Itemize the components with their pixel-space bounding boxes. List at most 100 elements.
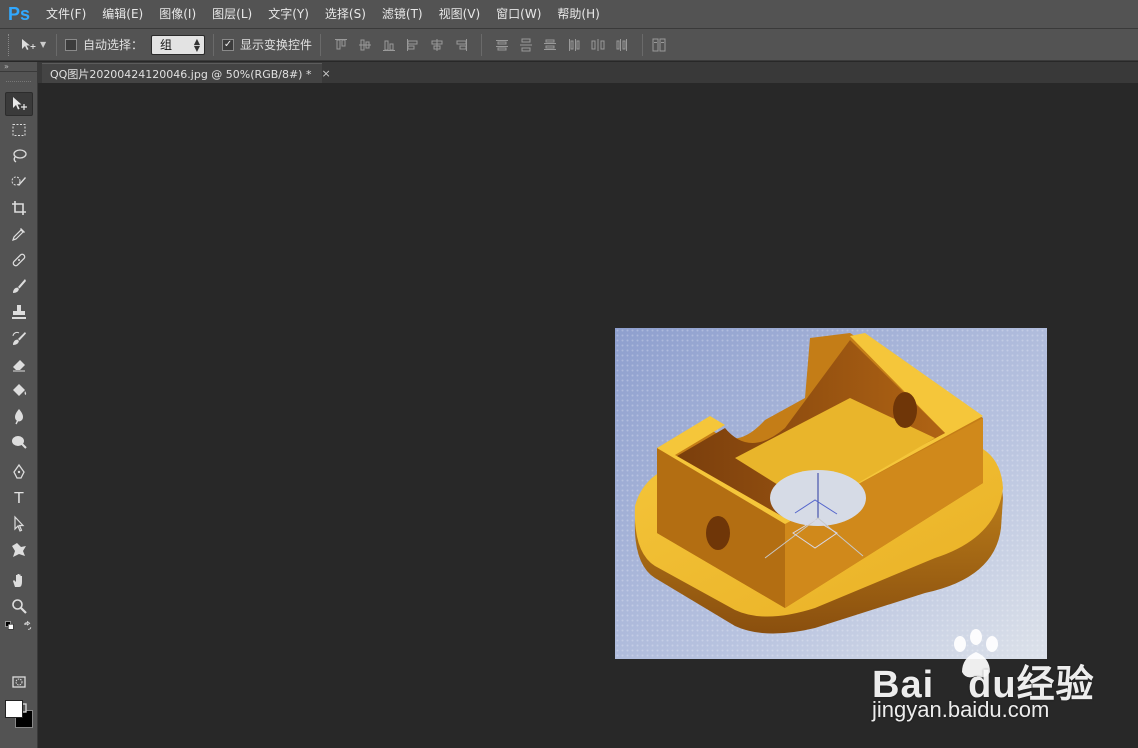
menu-bar: Ps 文件(F) 编辑(E) 图像(I) 图层(L) 文字(Y) 选择(S) 滤… — [0, 0, 1138, 28]
align-hcenter-icon[interactable] — [429, 37, 445, 53]
distribute-group-horizontal — [566, 37, 630, 53]
quick-select-tool[interactable] — [5, 170, 33, 194]
updown-icon: ▲ ▼ — [193, 36, 201, 53]
divider — [56, 33, 57, 56]
history-brush-tool[interactable] — [5, 326, 33, 350]
show-transform-checkbox[interactable]: ✓ — [222, 38, 235, 51]
align-group-horizontal — [405, 37, 469, 53]
lasso-tool[interactable] — [5, 144, 33, 168]
close-icon[interactable]: × — [321, 67, 330, 80]
shape-icon — [12, 543, 26, 557]
pen-icon — [13, 463, 25, 479]
menu-help[interactable]: 帮助(H) — [549, 0, 607, 28]
zoom-icon — [12, 599, 27, 614]
hand-tool[interactable] — [5, 568, 33, 592]
document-tab-bar: QQ图片20200424120046.jpg @ 50%(RGB/8#) * × — [38, 62, 1138, 83]
tools-panel: » T — [0, 62, 38, 748]
quick-mask-toggle[interactable] — [5, 670, 33, 694]
eyedropper-icon — [12, 228, 25, 241]
bucket-icon — [13, 384, 27, 396]
align-left-icon[interactable] — [405, 37, 421, 53]
distribute-vcenter-icon[interactable] — [518, 37, 534, 53]
distribute-group-vertical — [494, 37, 558, 53]
move-icon — [13, 97, 27, 110]
shape-tool[interactable] — [5, 538, 33, 562]
distribute-left-icon[interactable] — [566, 37, 582, 53]
healing-tool[interactable] — [5, 248, 33, 272]
crop-icon — [12, 201, 26, 215]
crop-tool[interactable] — [5, 196, 33, 220]
foreground-color-swatch[interactable] — [5, 700, 23, 718]
paint-bucket-tool[interactable] — [5, 378, 33, 402]
right-bolt-hole — [893, 392, 917, 428]
align-top-icon[interactable] — [333, 37, 349, 53]
align-bottom-icon[interactable] — [381, 37, 397, 53]
quick-mask-icon — [12, 676, 26, 688]
tool-preset-picker[interactable]: ▼ — [20, 35, 48, 55]
pen-tool[interactable] — [5, 460, 33, 484]
distribute-hcenter-icon[interactable] — [590, 37, 606, 53]
divider — [642, 33, 644, 56]
show-transform-label: 显示变换控件 — [240, 38, 313, 52]
default-colors-icon[interactable] — [5, 620, 15, 632]
brush-tool[interactable] — [5, 274, 33, 298]
menu-window[interactable]: 窗口(W) — [488, 0, 549, 28]
left-bolt-hole — [706, 516, 730, 550]
align-right-icon[interactable] — [453, 37, 469, 53]
baidu-jingyan-watermark: Bai du经验 jingyan.baidu.com — [872, 628, 1094, 728]
auto-select-target-dropdown[interactable]: 组 ▲ ▼ — [151, 34, 206, 55]
dodge-icon — [12, 436, 27, 449]
zoom-tool[interactable] — [5, 594, 33, 618]
dodge-tool[interactable] — [5, 430, 33, 454]
options-bar: ▼ 自动选择： 组 ▲ ▼ ✓ 显示变换控件 — [0, 28, 1138, 61]
watermark-url: jingyan.baidu.com — [872, 697, 1050, 722]
swap-colors-icon[interactable] — [23, 620, 33, 632]
bandage-icon — [12, 253, 26, 267]
photoshop-logo: Ps — [7, 3, 31, 24]
marquee-tool[interactable] — [5, 118, 33, 142]
type-tool[interactable]: T — [5, 486, 33, 510]
menu-filter[interactable]: 滤镜(T) — [374, 0, 431, 28]
stamp-icon — [12, 305, 26, 319]
divider — [481, 33, 483, 56]
document-tab-title: QQ图片20200424120046.jpg @ 50%(RGB/8#) * — [50, 67, 312, 81]
brush-icon — [13, 279, 26, 293]
hand-icon — [13, 574, 22, 587]
distribute-bottom-icon[interactable] — [542, 37, 558, 53]
distribute-right-icon[interactable] — [614, 37, 630, 53]
document-image[interactable] — [615, 328, 1047, 659]
blur-tool[interactable] — [5, 404, 33, 428]
menu-file[interactable]: 文件(F) — [38, 0, 94, 28]
move-icon — [22, 38, 36, 50]
quick-select-icon — [11, 176, 26, 186]
history-brush-icon — [12, 331, 26, 345]
path-select-tool[interactable] — [5, 512, 33, 536]
color-swap-row — [5, 618, 33, 634]
auto-select-label: 自动选择： — [83, 38, 144, 52]
tools-grip[interactable] — [6, 74, 31, 82]
divider — [213, 33, 215, 56]
divider — [320, 33, 322, 56]
menu-select[interactable]: 选择(S) — [317, 0, 374, 28]
collapse-panel-icon[interactable]: » — [0, 62, 37, 72]
eyedropper-tool[interactable] — [5, 222, 33, 246]
rect-marquee-icon — [12, 124, 26, 136]
stamp-tool[interactable] — [5, 300, 33, 324]
distribute-top-icon[interactable] — [494, 37, 510, 53]
menu-view[interactable]: 视图(V) — [431, 0, 489, 28]
align-vcenter-icon[interactable] — [357, 37, 373, 53]
auto-align-layers-icon[interactable] — [651, 37, 667, 53]
options-grip[interactable] — [8, 33, 12, 56]
chevron-down-icon: ▼ — [40, 40, 47, 49]
eraser-tool[interactable] — [5, 352, 33, 376]
document-tab[interactable]: QQ图片20200424120046.jpg @ 50%(RGB/8#) * × — [42, 63, 331, 83]
type-icon: T — [14, 489, 24, 507]
menu-image[interactable]: 图像(I) — [151, 0, 204, 28]
menu-edit[interactable]: 编辑(E) — [94, 0, 151, 28]
lasso-icon — [13, 149, 27, 163]
auto-select-checkbox[interactable] — [65, 38, 77, 51]
menu-layer[interactable]: 图层(L) — [204, 0, 260, 28]
auto-select-target-value: 组 — [160, 38, 173, 52]
move-tool[interactable] — [5, 92, 33, 116]
menu-type[interactable]: 文字(Y) — [260, 0, 317, 28]
